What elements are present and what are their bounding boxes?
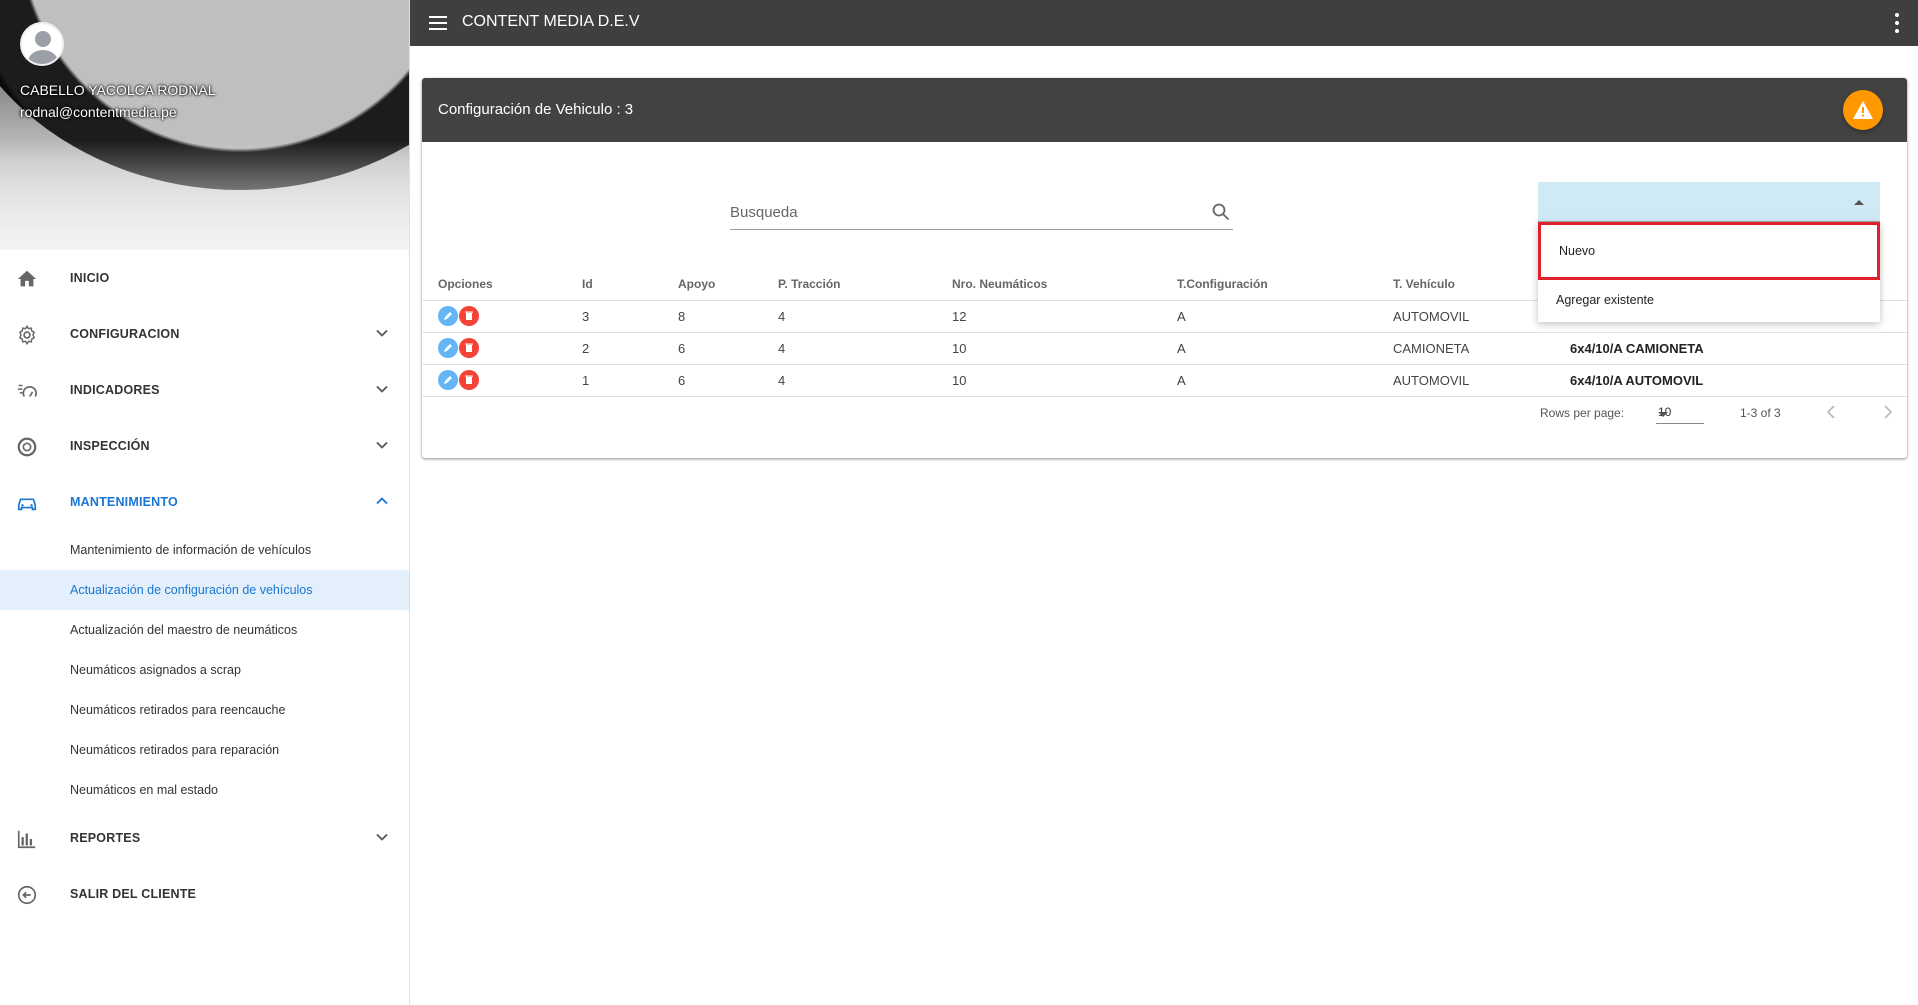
cell-nro-neumaticos: 10 (952, 364, 1177, 397)
table-row: 2 6 4 10 A CAMIONETA 6x4/10/A CAMIONETA (422, 332, 1907, 365)
app-header: CONTENT MEDIA D.E.V (410, 0, 1918, 46)
card-title: Configuración de Vehiculo : 3 (438, 101, 634, 118)
pencil-icon (444, 344, 452, 352)
cell-t-vehiculo: AUTOMOVIL (1393, 364, 1570, 397)
arrow-down-icon (1658, 412, 1668, 417)
card-header: Configuración de Vehiculo : 3 (422, 78, 1907, 142)
delete-button[interactable] (459, 370, 479, 390)
delete-button[interactable] (459, 306, 479, 326)
pencil-icon (444, 312, 452, 320)
sidebar-item-salir[interactable]: SALIR DEL CLIENTE (0, 866, 409, 922)
cell-t-vehiculo: CAMIONETA (1393, 332, 1570, 365)
sidebar-subitem-mal-estado[interactable]: Neumáticos en mal estado (0, 770, 409, 810)
sidebar-subitem-config-vehiculos[interactable]: Actualización de configuración de vehícu… (0, 570, 409, 610)
col-nro-neumaticos[interactable]: Nro. Neumáticos (952, 268, 1177, 301)
chevron-left-icon[interactable] (1822, 402, 1842, 422)
chevron-up-icon (376, 497, 388, 505)
sidebar: CABELLO YACOLCA RODNAL rodnal@contentmed… (0, 0, 410, 1005)
home-icon (17, 270, 37, 287)
sidebar-item-reportes[interactable]: REPORTES (0, 810, 409, 866)
table-row: 1 6 4 10 A AUTOMOVIL 6x4/10/A AUTOMOVIL (422, 364, 1907, 397)
warning-icon (1853, 101, 1873, 119)
cell-apoyo: 8 (678, 300, 778, 333)
speed-icon (17, 384, 37, 397)
col-id[interactable]: Id (582, 268, 678, 301)
page-range: 1-3 of 3 (1740, 406, 1781, 420)
cell-nro-neumaticos: 10 (952, 332, 1177, 365)
app-title: CONTENT MEDIA D.E.V (462, 13, 640, 30)
rows-per-page-label: Rows per page: (1540, 406, 1625, 420)
profile-email: rodnal@contentmedia.pe (20, 104, 177, 120)
cell-descripcion: 6x4/10/A AUTOMOVIL (1570, 364, 1907, 397)
cell-p-traccion: 4 (778, 364, 952, 397)
chevron-right-icon[interactable] (1877, 402, 1897, 422)
search-icon[interactable] (1211, 202, 1231, 222)
trash-icon (465, 375, 473, 384)
more-vert-icon[interactable] (1894, 12, 1900, 34)
menu-item-agregar-existente[interactable]: Agregar existente (1538, 280, 1880, 320)
sidebar-menu: INICIO CONFIGURACION INDICADORES INSPECC… (0, 250, 409, 922)
car-repair-icon (17, 498, 37, 511)
tire-icon (17, 437, 37, 457)
sidebar-subitem-reencauche[interactable]: Neumáticos retirados para reencauche (0, 690, 409, 730)
edit-button[interactable] (438, 370, 458, 390)
menu-item-nuevo[interactable]: Nuevo (1538, 222, 1880, 280)
cell-p-traccion: 4 (778, 332, 952, 365)
delete-button[interactable] (459, 338, 479, 358)
cell-t-configuracion: A (1177, 300, 1393, 333)
chevron-down-icon (376, 385, 388, 393)
cell-descripcion: 6x4/10/A CAMIONETA (1570, 332, 1907, 365)
chevron-down-icon (376, 441, 388, 449)
gear-icon (18, 324, 36, 346)
exit-icon (17, 885, 37, 905)
sidebar-item-configuracion[interactable]: CONFIGURACION (0, 306, 409, 362)
cell-id: 3 (582, 300, 678, 333)
edit-button[interactable] (438, 306, 458, 326)
cell-t-configuracion: A (1177, 364, 1393, 397)
avatar[interactable] (20, 22, 64, 66)
warning-button[interactable] (1843, 90, 1883, 130)
cell-apoyo: 6 (678, 364, 778, 397)
cell-nro-neumaticos: 12 (952, 300, 1177, 333)
cell-id: 2 (582, 332, 678, 365)
sidebar-subitem-reparacion[interactable]: Neumáticos retirados para reparación (0, 730, 409, 770)
profile-banner: CABELLO YACOLCA RODNAL rodnal@contentmed… (0, 0, 409, 250)
action-dropdown-menu: Nuevo Agregar existente (1538, 222, 1880, 322)
sidebar-item-inspeccion[interactable]: INSPECCIÓN (0, 418, 409, 474)
cell-p-traccion: 4 (778, 300, 952, 333)
cell-id: 1 (582, 364, 678, 397)
hamburger-menu-icon[interactable] (428, 13, 448, 33)
sidebar-subitem-maestro-neumaticos[interactable]: Actualización del maestro de neumáticos (0, 610, 409, 650)
bar-chart-icon (17, 830, 36, 849)
search-input[interactable] (730, 200, 1200, 224)
chevron-down-icon (376, 833, 388, 841)
col-t-configuracion[interactable]: T.Configuración (1177, 268, 1393, 301)
sidebar-subitem-scrap[interactable]: Neumáticos asignados a scrap (0, 650, 409, 690)
cell-apoyo: 6 (678, 332, 778, 365)
profile-name: CABELLO YACOLCA RODNAL (20, 82, 216, 98)
col-opciones[interactable]: Opciones (422, 268, 582, 301)
search-field[interactable] (730, 198, 1233, 230)
sidebar-subitem-info-vehiculos[interactable]: Mantenimiento de información de vehículo… (0, 530, 409, 570)
edit-button[interactable] (438, 338, 458, 358)
cell-t-configuracion: A (1177, 332, 1393, 365)
col-apoyo[interactable]: Apoyo (678, 268, 778, 301)
chevron-down-icon (376, 329, 388, 337)
trash-icon (465, 343, 473, 352)
table-pagination: Rows per page: 10 1-3 of 3 (422, 398, 1907, 438)
sidebar-item-inicio[interactable]: INICIO (0, 250, 409, 306)
sidebar-item-indicadores[interactable]: INDICADORES (0, 362, 409, 418)
arrow-up-icon (1854, 200, 1864, 205)
action-select[interactable] (1538, 182, 1880, 222)
col-p-traccion[interactable]: P. Tracción (778, 268, 952, 301)
rows-per-page-select[interactable]: 10 (1656, 402, 1704, 424)
pencil-icon (444, 376, 452, 384)
sidebar-item-mantenimiento[interactable]: MANTENIMIENTO (0, 474, 409, 530)
trash-icon (465, 311, 473, 320)
